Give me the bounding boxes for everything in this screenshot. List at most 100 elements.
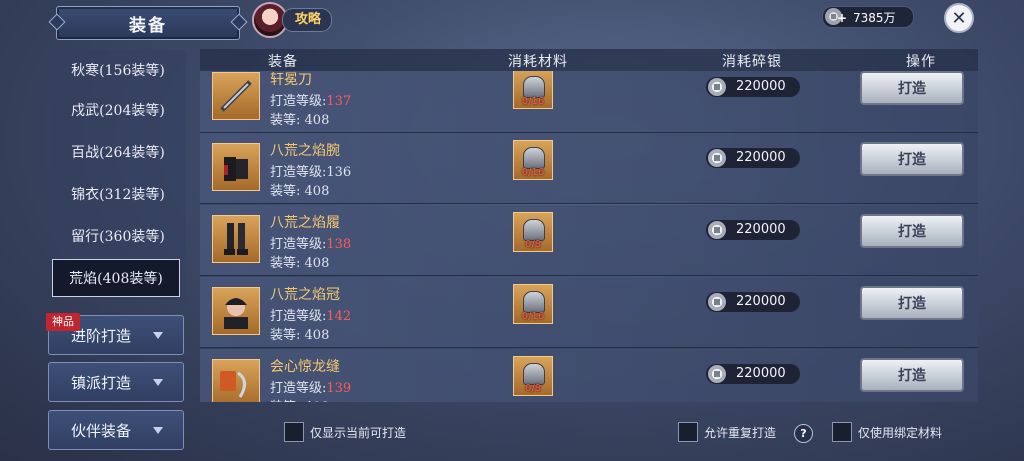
material-count: 0/16 [521, 167, 545, 178]
material-slot[interactable]: 0/16 [513, 284, 553, 324]
material-slot[interactable]: 0/8 [513, 212, 553, 252]
sidebar-item-shuwu[interactable]: 戍武(204装等) [50, 90, 186, 130]
sidebar-item-label: 留行(360装等) [71, 229, 165, 245]
silver-cost-value: 220000 [736, 294, 786, 309]
column-header-action: 操作 [906, 54, 936, 70]
table-row: 八荒之焰腕 打造等级:136 装等: 408 0/16 220000 打造 [200, 133, 978, 204]
material-count: 0/8 [524, 383, 542, 394]
sidebar-item-label: 百战(264装等) [71, 145, 165, 161]
divine-badge: 神品 [46, 313, 80, 331]
allow-repeat-label: 允许重复打造 [704, 426, 777, 440]
tier-sidebar: 秋寒(156装等) 戍武(204装等) 百战(264装等) 锦衣(312装等) … [50, 50, 186, 300]
sidebar-item-huangyan[interactable]: 荒焰(408装等) [52, 259, 180, 297]
material-slot[interactable]: 0/16 [513, 71, 553, 109]
blade-icon[interactable] [212, 72, 260, 120]
forge-level: 打造等级:139 [270, 381, 352, 396]
material-count: 0/16 [521, 311, 545, 322]
partner-equipment-button[interactable]: 伙伴装备 [48, 410, 184, 450]
silver-balance-value: 7385万 [853, 11, 896, 25]
sidebar-item-label: 荒焰(408装等) [69, 271, 163, 287]
forge-button[interactable]: 打造 [860, 358, 964, 392]
helmet-material-icon [523, 363, 545, 385]
helmet-material-icon [523, 76, 545, 98]
bracer-icon[interactable] [212, 143, 260, 191]
table-row: 会心惊龙缝 打造等级:139 装等: 408 0/8 220000 打造 [200, 349, 978, 402]
column-header-equipment: 装备 [268, 54, 298, 70]
silver-coin-icon [708, 293, 726, 311]
column-header-silver: 消耗碎银 [722, 54, 782, 70]
silver-cost-value: 220000 [736, 150, 786, 165]
ornament-diamond-icon [48, 13, 66, 31]
item-name: 轩冕刀 [270, 72, 312, 88]
forge-button[interactable]: 打造 [860, 214, 964, 248]
item-name: 八荒之焰冠 [270, 287, 340, 303]
gear-level: 装等: 408 [270, 113, 330, 128]
sidebar-item-label: 锦衣(312装等) [71, 187, 165, 203]
silver-cost-value: 220000 [736, 222, 786, 237]
forge-button[interactable]: 打造 [860, 286, 964, 320]
partner-equipment-label: 伙伴装备 [70, 421, 131, 440]
material-slot[interactable]: 0/8 [513, 356, 553, 396]
silver-cost: 220000 [706, 148, 800, 168]
only-craftable-checkbox[interactable] [284, 422, 304, 442]
helmet-material-icon [523, 219, 545, 241]
table-header: 装备 消耗材料 消耗碎银 操作 [200, 49, 978, 71]
sidebar-item-label: 秋寒(156装等) [71, 63, 165, 79]
gear-level: 装等: 408 [270, 256, 330, 271]
chevron-down-icon [153, 331, 163, 339]
helmet-portrait-icon[interactable] [212, 287, 260, 335]
close-icon: ✕ [951, 7, 967, 29]
sect-forge-label: 镇派打造 [70, 373, 131, 392]
item-name: 八荒之焰履 [270, 215, 340, 231]
material-count: 0/16 [521, 96, 545, 107]
table-row: 轩冕刀 打造等级:137 装等: 408 0/16 220000 打造 [200, 71, 978, 133]
only-craftable-label: 仅显示当前可打造 [310, 426, 407, 440]
forge-button[interactable]: 打造 [860, 71, 964, 105]
forge-level: 打造等级:136 [270, 165, 352, 180]
silver-coin-icon [708, 149, 726, 167]
table-row: 八荒之焰冠 打造等级:142 装等: 408 0/16 220000 打造 [200, 277, 978, 348]
sidebar-item-qiuhan[interactable]: 秋寒(156装等) [50, 50, 186, 90]
close-button[interactable]: ✕ [944, 3, 974, 33]
sect-forge-button[interactable]: 镇派打造 [48, 362, 184, 402]
helmet-material-icon [523, 147, 545, 169]
forge-level: 打造等级:137 [270, 94, 352, 109]
silver-cost: 220000 [706, 77, 800, 97]
boots-icon[interactable] [212, 215, 260, 263]
forge-button[interactable]: 打造 [860, 142, 964, 176]
material-count: 0/8 [524, 239, 542, 250]
sidebar-item-jinyi[interactable]: 锦衣(312装等) [50, 174, 186, 214]
silver-coin-icon [708, 365, 726, 383]
ornament-diamond-icon [230, 13, 248, 31]
equipment-list[interactable]: 轩冕刀 打造等级:137 装等: 408 0/16 220000 打造 八荒之焰… [200, 71, 978, 402]
item-name: 八荒之焰腕 [270, 143, 340, 159]
gear-level: 装等: 408 [270, 396, 329, 402]
helmet-material-icon [523, 291, 545, 313]
material-slot[interactable]: 0/16 [513, 140, 553, 180]
silver-cost-value: 220000 [736, 366, 786, 381]
add-currency-icon[interactable]: + [837, 11, 847, 25]
silver-balance[interactable]: + 7385万 [822, 6, 914, 28]
guide-button[interactable]: 攻略 [252, 2, 333, 38]
sidebar-item-label: 戍武(204装等) [71, 103, 165, 119]
forge-level: 打造等级:142 [270, 309, 352, 324]
guide-label: 攻略 [282, 8, 333, 32]
silver-coin-icon [708, 78, 726, 96]
silver-coin-icon [708, 221, 726, 239]
bound-only-checkbox[interactable] [832, 422, 852, 442]
item-name: 会心惊龙缝 [270, 359, 340, 375]
forge-level: 打造等级:138 [270, 237, 352, 252]
charm-icon[interactable] [212, 359, 260, 402]
help-icon[interactable]: ? [794, 424, 813, 443]
silver-cost: 220000 [706, 364, 800, 384]
allow-repeat-checkbox[interactable] [678, 422, 698, 442]
chevron-down-icon [153, 426, 163, 434]
silver-cost-value: 220000 [736, 79, 786, 94]
page-title: 装备 [129, 15, 167, 36]
page-title-plate: 装备 [48, 6, 248, 40]
chevron-down-icon [153, 378, 163, 386]
sidebar-item-liuxing[interactable]: 留行(360装等) [50, 216, 186, 256]
gear-level: 装等: 408 [270, 184, 330, 199]
sidebar-item-baizhan[interactable]: 百战(264装等) [50, 132, 186, 172]
gear-level: 装等: 408 [270, 328, 330, 343]
